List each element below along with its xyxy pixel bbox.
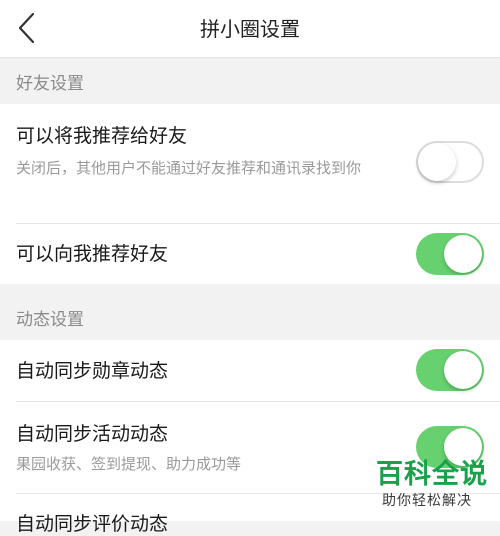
watermark-subtitle: 助你轻松解决: [382, 493, 472, 509]
setting-row-recommend-me: 可以将我推荐给好友 关闭后，其他用户不能通过好友推荐和通讯录找到你: [0, 104, 500, 224]
section-label-feed: 动态设置: [16, 310, 84, 330]
setting-row-sync-badges: 自动同步勋章动态: [0, 340, 500, 402]
setting-title: 自动同步活动动态: [16, 423, 169, 445]
toggle-recommend-me-to-friends[interactable]: [416, 141, 484, 183]
setting-title: 可以向我推荐好友: [16, 243, 169, 265]
nav-header: 拼小圈设置: [0, 0, 500, 58]
setting-description: 关闭后，其他用户不能通过好友推荐和通讯录找到你: [16, 159, 362, 177]
toggle-knob: [444, 235, 482, 273]
setting-title: 可以将我推荐给好友: [16, 125, 188, 147]
setting-title: 自动同步评价动态: [16, 513, 169, 535]
toggle-recommend-friends-to-me[interactable]: [416, 233, 484, 275]
watermark-logo: 百科全说 助你轻松解决: [370, 458, 494, 518]
watermark-title: 百科全说: [376, 459, 488, 490]
page-title: 拼小圈设置: [200, 17, 300, 41]
setting-description: 果园收获、签到提现、助力成功等: [16, 455, 242, 473]
toggle-knob: [444, 351, 482, 389]
toggle-sync-badge-feed[interactable]: [416, 349, 484, 391]
toggle-knob: [418, 143, 456, 181]
section-label-friends: 好友设置: [16, 74, 84, 94]
setting-row-recommend-friends: 可以向我推荐好友: [0, 224, 500, 284]
setting-title: 自动同步勋章动态: [16, 360, 169, 382]
